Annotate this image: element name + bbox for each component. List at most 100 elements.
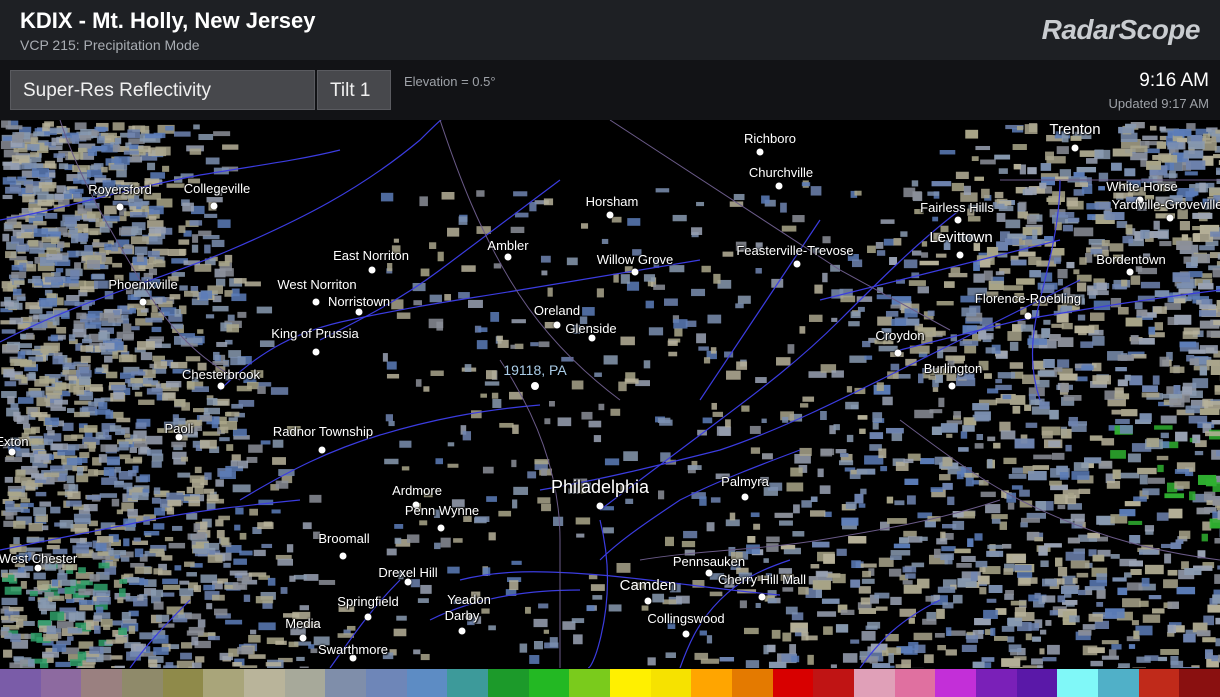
place-marker (682, 630, 690, 638)
place-label: Chesterbrook (181, 367, 261, 382)
legend-band (691, 669, 733, 697)
place-marker (299, 634, 307, 642)
legend-band (650, 669, 692, 697)
place-label: Paoli (164, 421, 194, 436)
legend-band (366, 669, 407, 697)
place-label: White Horse (1106, 179, 1178, 194)
legend-band (935, 669, 977, 697)
place-marker (758, 593, 766, 601)
place-label: Broomall (318, 531, 370, 546)
place-marker (1071, 144, 1079, 152)
place-marker (318, 446, 326, 454)
title-bar: KDIX - Mt. Holly, New Jersey VCP 215: Pr… (0, 0, 1220, 60)
current-location-marker[interactable] (529, 380, 541, 392)
place-marker (368, 266, 376, 274)
legend-band (122, 669, 163, 697)
legend-band (569, 669, 611, 697)
place-label: Cherry Hill Mall (717, 572, 807, 587)
reflectivity-color-scale (0, 669, 1220, 697)
place-label: Willow Grove (596, 252, 674, 267)
place-label: Ambler (487, 238, 529, 253)
legend-band (894, 669, 936, 697)
place-marker (504, 253, 512, 261)
legend-band (284, 669, 326, 697)
place-marker (775, 182, 783, 190)
place-label: Philadelphia (550, 477, 650, 497)
place-label: Croydon (875, 328, 925, 343)
place-label: West Chester (0, 551, 78, 566)
place-marker (355, 308, 363, 316)
legend-band (1098, 669, 1139, 697)
legend-band (610, 669, 651, 697)
vcp-mode: VCP 215: Precipitation Mode (20, 37, 200, 53)
legend-band (1179, 669, 1220, 697)
place-marker (217, 382, 225, 390)
place-label: Ardmore (392, 483, 442, 498)
place-marker (606, 211, 614, 219)
place-marker (312, 348, 320, 356)
place-label: Feasterville-Trevose (736, 243, 854, 258)
place-label: Trenton (1049, 121, 1101, 138)
place-label: West Norriton (277, 277, 357, 292)
place-label: Churchville (748, 165, 814, 180)
legend-band (813, 669, 855, 697)
legend-band (1016, 669, 1058, 697)
place-marker (364, 613, 372, 621)
place-marker (956, 251, 964, 259)
legend-band (162, 669, 204, 697)
place-label: Palmyra (721, 474, 769, 489)
place-marker (894, 349, 902, 357)
tilt-selector[interactable]: Tilt 1 (317, 70, 391, 110)
legend-band (732, 669, 773, 697)
place-label: Media (285, 616, 321, 631)
place-marker (596, 502, 604, 510)
place-marker (312, 298, 320, 306)
place-label: Richboro (743, 131, 797, 146)
place-marker (756, 148, 764, 156)
place-marker (705, 569, 713, 577)
place-label: Burlington (923, 361, 983, 376)
place-marker (741, 493, 749, 501)
place-marker (948, 382, 956, 390)
legend-band (203, 669, 245, 697)
radar-map[interactable]: Richboro Trenton Churchville White Horse Yar… (0, 120, 1220, 668)
legend-band (81, 669, 123, 697)
place-label: Bordentown (1096, 252, 1166, 267)
place-label: Penn Wynne (404, 503, 480, 518)
station-title[interactable]: KDIX - Mt. Holly, New Jersey (20, 8, 315, 34)
legend-band (244, 669, 285, 697)
place-label: Swarthmore (317, 642, 389, 657)
place-label: King of Prussia (271, 326, 359, 341)
place-marker (458, 627, 466, 635)
place-label: Glenside (565, 321, 617, 336)
updated-time: Updated 9:17 AM (1108, 96, 1209, 111)
legend-band (325, 669, 367, 697)
place-marker (139, 298, 147, 306)
legend-band (976, 669, 1017, 697)
place-marker (631, 268, 639, 276)
place-label: Norristown (327, 294, 391, 309)
legend-band (40, 669, 82, 697)
legend-band (528, 669, 570, 697)
place-label: Pennsauken (672, 554, 746, 569)
place-label: Fairless Hills (920, 200, 994, 215)
legend-band (447, 669, 489, 697)
legend-band (772, 669, 814, 697)
place-label: Drexel Hill (378, 565, 438, 580)
place-marker (116, 203, 124, 211)
scan-time: 9:16 AM (1139, 70, 1209, 91)
current-location-label: 19118, PA (503, 362, 567, 378)
legend-band (488, 669, 529, 697)
place-label: Levittown (929, 229, 993, 246)
place-label: Florence-Roebling (974, 291, 1082, 306)
place-marker (1126, 268, 1134, 276)
place-label: Exton (0, 434, 29, 449)
place-label: Yardville-Groveville (1111, 197, 1220, 212)
place-marker (339, 552, 347, 560)
product-selector[interactable]: Super-Res Reflectivity (10, 70, 315, 110)
place-marker (553, 321, 561, 329)
legend-band (854, 669, 895, 697)
place-label: Oreland (533, 303, 581, 318)
place-label: Royersford (88, 182, 152, 197)
place-label: Radnor Township (272, 424, 374, 439)
